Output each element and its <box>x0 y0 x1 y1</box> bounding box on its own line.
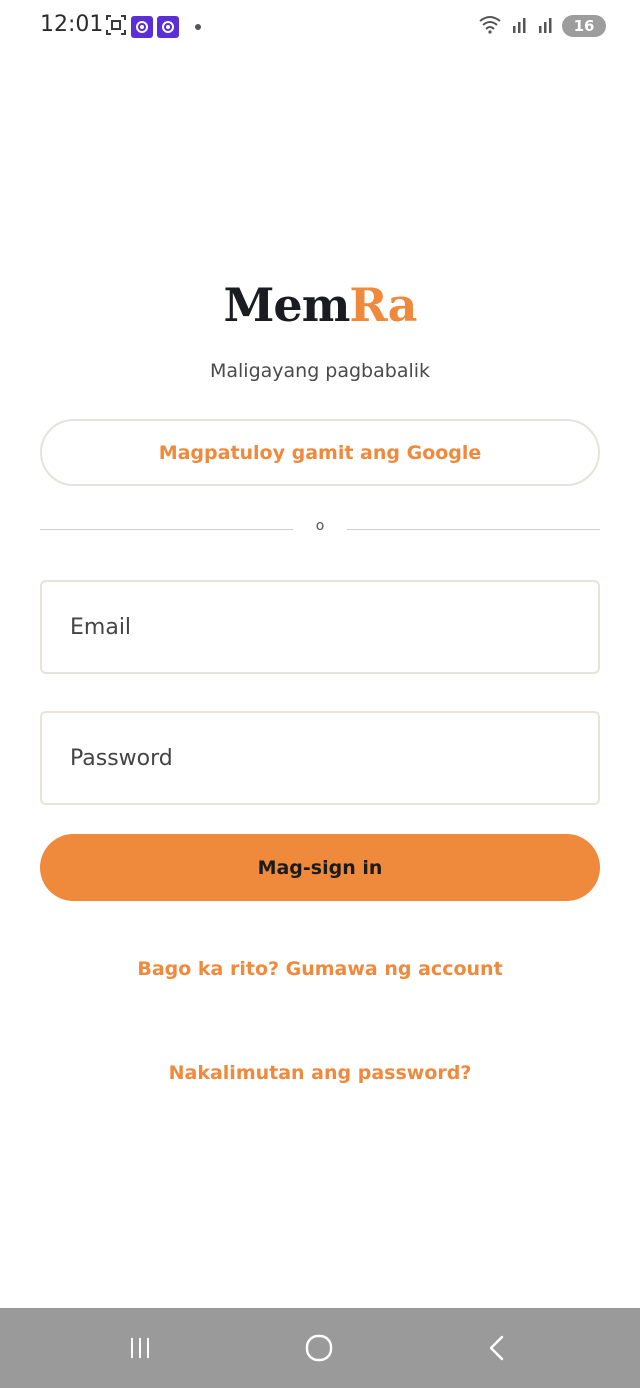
signin-button[interactable]: Mag-sign in <box>40 834 600 901</box>
google-signin-button[interactable]: Magpatuloy gamit ang Google <box>40 419 600 486</box>
brand-name-part1: Mem <box>223 278 351 332</box>
password-field[interactable] <box>40 711 600 805</box>
status-bar: 12:01 16 <box>0 0 640 56</box>
signal-icon <box>536 14 556 38</box>
signal-icon <box>510 14 530 38</box>
home-icon[interactable] <box>297 1326 341 1370</box>
wifi-icon <box>478 14 504 38</box>
system-nav-bar <box>0 1308 640 1388</box>
divider-left <box>40 529 293 530</box>
battery-level: 16 <box>573 17 595 35</box>
screenshot-icon <box>105 14 127 40</box>
brand-logo: MemRa <box>0 276 640 334</box>
back-icon[interactable] <box>476 1326 520 1370</box>
app-notification-icon <box>131 16 153 38</box>
status-right-icons: 16 <box>478 14 606 38</box>
forgot-password-link[interactable]: Nakalimutan ang password? <box>0 1062 640 1084</box>
welcome-subtitle: Maligayang pagbabalik <box>209 360 431 382</box>
divider-text: o <box>315 518 325 534</box>
status-left-icons <box>105 14 201 40</box>
status-time: 12:01 <box>40 12 104 37</box>
app-notification-icon <box>157 16 179 38</box>
battery-icon: 16 <box>562 15 606 37</box>
divider-right <box>347 529 600 530</box>
recents-icon[interactable] <box>118 1326 162 1370</box>
create-account-link[interactable]: Bago ka rito? Gumawa ng account <box>0 958 640 980</box>
dot-icon <box>195 24 201 30</box>
email-field[interactable] <box>40 580 600 674</box>
brand-name-part2: Ra <box>349 278 417 332</box>
login-screen: 12:01 16 MemRa Maligayang pagbabalik Mag… <box>0 0 640 1388</box>
